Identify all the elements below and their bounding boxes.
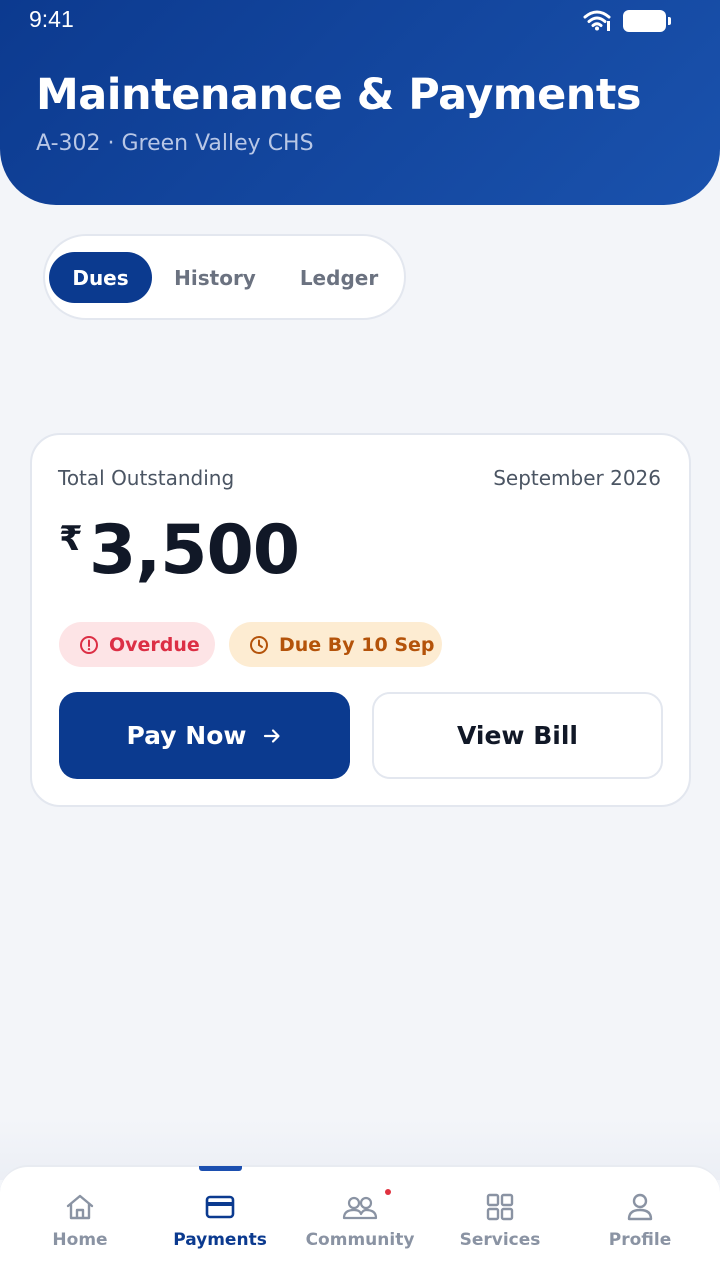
active-tab-indicator [199, 1166, 242, 1171]
pay-now-label: Pay Now [126, 721, 247, 750]
alert-circle-icon [80, 635, 98, 654]
tab-ledger[interactable]: Ledger [287, 252, 391, 303]
nav-home[interactable]: Home [10, 1190, 150, 1270]
home-icon [66, 1194, 94, 1220]
due-date-badge: Due By 10 Sep [229, 622, 442, 667]
due-date-label: Due By 10 Sep [279, 633, 435, 656]
nav-community-label: Community [305, 1230, 415, 1250]
view-bill-label: View Bill [457, 721, 578, 750]
status-time: 9:41 [29, 6, 74, 32]
notification-dot [385, 1189, 391, 1195]
page-title: Maintenance & Payments [36, 70, 642, 120]
dues-card: Total Outstanding September 2026 ₹ 3,500… [30, 433, 691, 807]
page-subtitle: A-302 · Green Valley CHS [36, 131, 314, 156]
nav-profile[interactable]: Profile [570, 1190, 710, 1270]
outstanding-amount: 3,500 [89, 511, 300, 590]
view-bill-button[interactable]: View Bill [372, 692, 663, 779]
overdue-badge: Overdue [59, 622, 215, 667]
nav-payments[interactable]: Payments [150, 1190, 290, 1270]
battery-icon [623, 10, 671, 32]
tab-history[interactable]: History [163, 252, 267, 303]
nav-services-label: Services [459, 1230, 541, 1250]
pay-now-button[interactable]: Pay Now [59, 692, 350, 779]
outstanding-label: Total Outstanding [58, 466, 235, 490]
card-icon [205, 1195, 235, 1219]
nav-services[interactable]: Services [430, 1190, 570, 1270]
currency-symbol: ₹ [59, 519, 83, 559]
nav-payments-label: Payments [173, 1230, 267, 1250]
nav-profile-label: Profile [608, 1230, 672, 1250]
wifi-icon [583, 10, 611, 31]
grid-icon [486, 1193, 514, 1221]
billing-period: September 2026 [493, 466, 661, 490]
people-icon [342, 1196, 378, 1220]
tab-dues[interactable]: Dues [49, 252, 152, 303]
header: 9:41 Maintenance & Payments A-302 · Gree… [0, 0, 720, 205]
overdue-label: Overdue [109, 633, 200, 656]
clock-icon [250, 635, 268, 654]
arrow-right-icon [264, 728, 281, 743]
segmented-control: Dues History Ledger [43, 234, 406, 320]
nav-home-label: Home [52, 1230, 108, 1250]
nav-community[interactable]: Community [290, 1190, 430, 1270]
user-icon [627, 1193, 653, 1221]
